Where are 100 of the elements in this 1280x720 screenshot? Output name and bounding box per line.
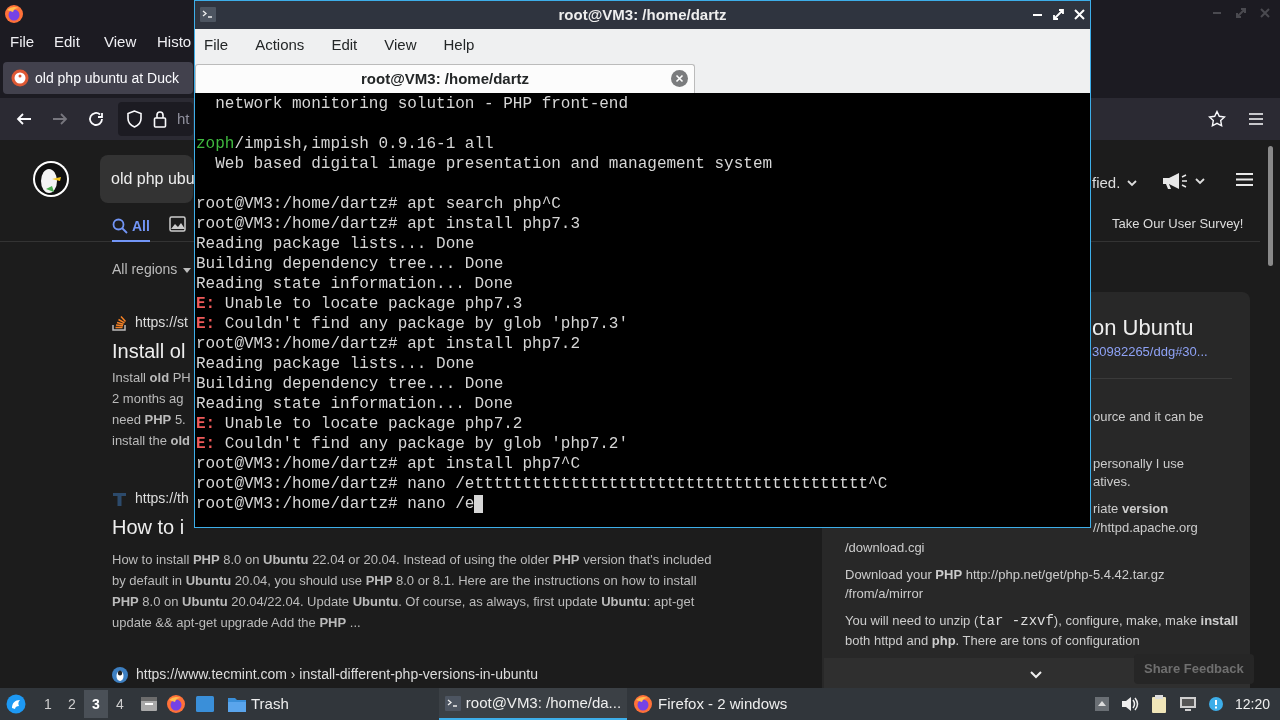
safe-search-label[interactable]: fied. — [1092, 172, 1121, 195]
task-button[interactable]: root@VM3: /home/da... — [438, 688, 628, 720]
panel-text: ource and it can be — [1093, 408, 1204, 426]
panel-text: riate version — [1093, 500, 1169, 518]
folder-icon — [227, 695, 247, 713]
panel-title: on Ubuntu — [1092, 314, 1194, 342]
workspace-button[interactable]: 2 — [60, 690, 84, 718]
stack-icon — [112, 314, 127, 331]
terminal-line: root@VM3:/home/dartz# nano /e — [196, 494, 475, 514]
terminal-line: root@VM3:/home/dartz# apt install php7.2 — [196, 334, 581, 354]
result-title[interactable]: Install ol — [112, 336, 186, 366]
result-url[interactable]: https://www.tecmint.com › install-different-php-versions-in-ubuntu — [136, 664, 538, 685]
workspace-button[interactable]: 4 — [108, 690, 132, 718]
result-snippet: How to install PHP 8.0 on Ubuntu 22.04 or 20.04. Instead of using the older PHP version that's included by default in Ubuntu 20.04, you should use PHP 8.0 or 8.1. Here are the instructions on how to install PHP 8.0 on Ubuntu 20.04/22.04. Update Ubuntu. Of course, as always, first update Ubuntu: apt-get update && apt-get upgrade Add the PHP ... — [112, 551, 713, 632]
menu-item[interactable]: Help — [443, 33, 475, 57]
terminal-icon — [444, 695, 461, 711]
start-menu-icon[interactable] — [6, 694, 26, 714]
menu-item[interactable]: File — [10, 31, 35, 54]
maximize-icon[interactable] — [1052, 8, 1065, 21]
firefox-icon[interactable] — [4, 4, 24, 24]
menu-item[interactable]: View — [384, 33, 417, 57]
terminal-line: network monitoring solution - PHP front-end — [214, 94, 629, 114]
panel-text: /download.cgi — [845, 539, 925, 557]
panel-link[interactable]: 30982265/ddg#30... — [1092, 342, 1208, 362]
network-icon[interactable] — [1178, 696, 1197, 712]
search-icon — [112, 218, 128, 234]
address-bar[interactable]: ht — [118, 102, 193, 136]
lock-icon[interactable] — [153, 110, 167, 128]
survey-link[interactable]: Take Our User Survey! — [1112, 214, 1244, 234]
shield-icon[interactable] — [126, 110, 143, 128]
panel-text: atives. — [1093, 473, 1131, 491]
panel-text: //httpd.apache.org — [1093, 519, 1198, 537]
terminal-line: Web based digital image presentation and management system — [214, 154, 773, 174]
terminal-line: root@VM3:/home/dartz# apt install php7^C — [196, 454, 581, 474]
caret-icon[interactable] — [183, 265, 192, 274]
reload-icon[interactable] — [87, 110, 105, 128]
workspace-button[interactable]: 3 — [84, 690, 108, 718]
menu-item[interactable]: Edit — [331, 33, 358, 57]
chevron-down-icon[interactable] — [1194, 175, 1206, 187]
site-icon — [112, 490, 127, 507]
menu-item[interactable]: Edit — [54, 31, 80, 54]
terminal-line: root@VM3:/home/dartz# apt search php^C — [196, 194, 561, 214]
terminal-tab[interactable]: root@VM3: /home/dartz — [195, 64, 695, 93]
menu-icon[interactable] — [1248, 111, 1264, 127]
snippet-line: need PHP 5. — [112, 411, 186, 429]
search-tab[interactable]: All — [112, 212, 150, 242]
task-button[interactable]: Firefox - 2 windows — [627, 688, 794, 720]
result-title[interactable]: How to i — [112, 512, 185, 542]
terminal-line: E: Couldn't find any package by glob 'php7.2' — [196, 434, 630, 454]
trash-launcher[interactable]: Trash — [225, 690, 291, 718]
megaphone-icon[interactable] — [1162, 172, 1188, 190]
terminal-line: Reading state information... Done — [196, 394, 513, 414]
terminal-line: root@VM3:/home/dartz# nano /ettttttttttttttttttttttttttttttttttttttttt^C — [196, 474, 888, 494]
notification-icon[interactable] — [1208, 697, 1223, 711]
search-field[interactable]: old php ubu — [100, 155, 193, 203]
panel-paragraph: Download your PHP http://php.net/get/php-5.4.42.tar.gz /from/a/mirror — [845, 566, 1166, 603]
result-url[interactable]: https://th — [135, 488, 189, 509]
terminal-line: Building dependency tree... Done — [196, 374, 504, 394]
workspace-button[interactable]: 1 — [36, 690, 60, 718]
terminal-line: Reading package lists... Done — [196, 234, 475, 254]
terminal-icon[interactable] — [200, 7, 216, 22]
menu-icon[interactable] — [1236, 172, 1253, 187]
tab-title: old php ubuntu at Duck — [35, 68, 179, 88]
close-icon[interactable] — [1073, 8, 1086, 21]
file-manager-icon[interactable] — [140, 695, 158, 713]
panel-paragraph: You will need to unzip (tar -zxvf), configure, make, make install both httpd and php. There are tons of configuration — [845, 612, 1240, 650]
panel-text: personally I use — [1093, 455, 1185, 473]
duck-logo-icon — [32, 160, 70, 198]
snippet-line: Install old PH — [112, 369, 191, 387]
terminal-line: E: Unable to locate package php7.3 — [196, 294, 524, 314]
region-selector[interactable]: All regions — [112, 259, 178, 280]
terminal-line: Reading package lists... Done — [196, 354, 475, 374]
scrollbar-thumb[interactable] — [1268, 146, 1273, 266]
duck-icon — [11, 69, 29, 87]
clipboard-icon[interactable] — [1150, 695, 1167, 713]
clock: 12:20 — [1234, 694, 1270, 714]
snippet-line: 2 months ag — [112, 390, 184, 408]
terminal-line: zoph/impish,impish 0.9.16-1 all — [196, 134, 495, 154]
window-icon[interactable] — [195, 695, 215, 713]
menu-item[interactable]: File — [204, 33, 229, 57]
window-title: root@VM3: /home/dartz — [558, 4, 727, 25]
url-text: ht — [177, 108, 190, 129]
firefox-icon — [633, 694, 654, 714]
firefox-icon[interactable] — [166, 694, 186, 714]
penguin-icon — [112, 666, 128, 683]
terminal-line: E: Couldn't find any package by glob 'php7.3' — [196, 314, 630, 334]
image-icon[interactable] — [169, 216, 186, 232]
terminal-line: E: Unable to locate package php7.2 — [196, 414, 524, 434]
result-url[interactable]: https://st — [135, 312, 188, 333]
chevron-down-icon[interactable] — [1029, 670, 1043, 680]
expand-tray-icon[interactable] — [1094, 697, 1109, 711]
volume-icon[interactable] — [1120, 696, 1139, 712]
star-icon[interactable] — [1208, 110, 1226, 128]
snippet-line: install the old — [112, 432, 191, 450]
menu-item[interactable]: Histo — [157, 31, 192, 54]
menu-item[interactable]: Actions — [255, 33, 305, 57]
terminal-line: Reading state information... Done — [196, 274, 513, 294]
terminal-line: root@VM3:/home/dartz# apt install php7.3 — [196, 214, 581, 234]
menu-item[interactable]: View — [104, 31, 137, 54]
browser-tab[interactable]: old php ubuntu at Duck — [3, 62, 193, 94]
